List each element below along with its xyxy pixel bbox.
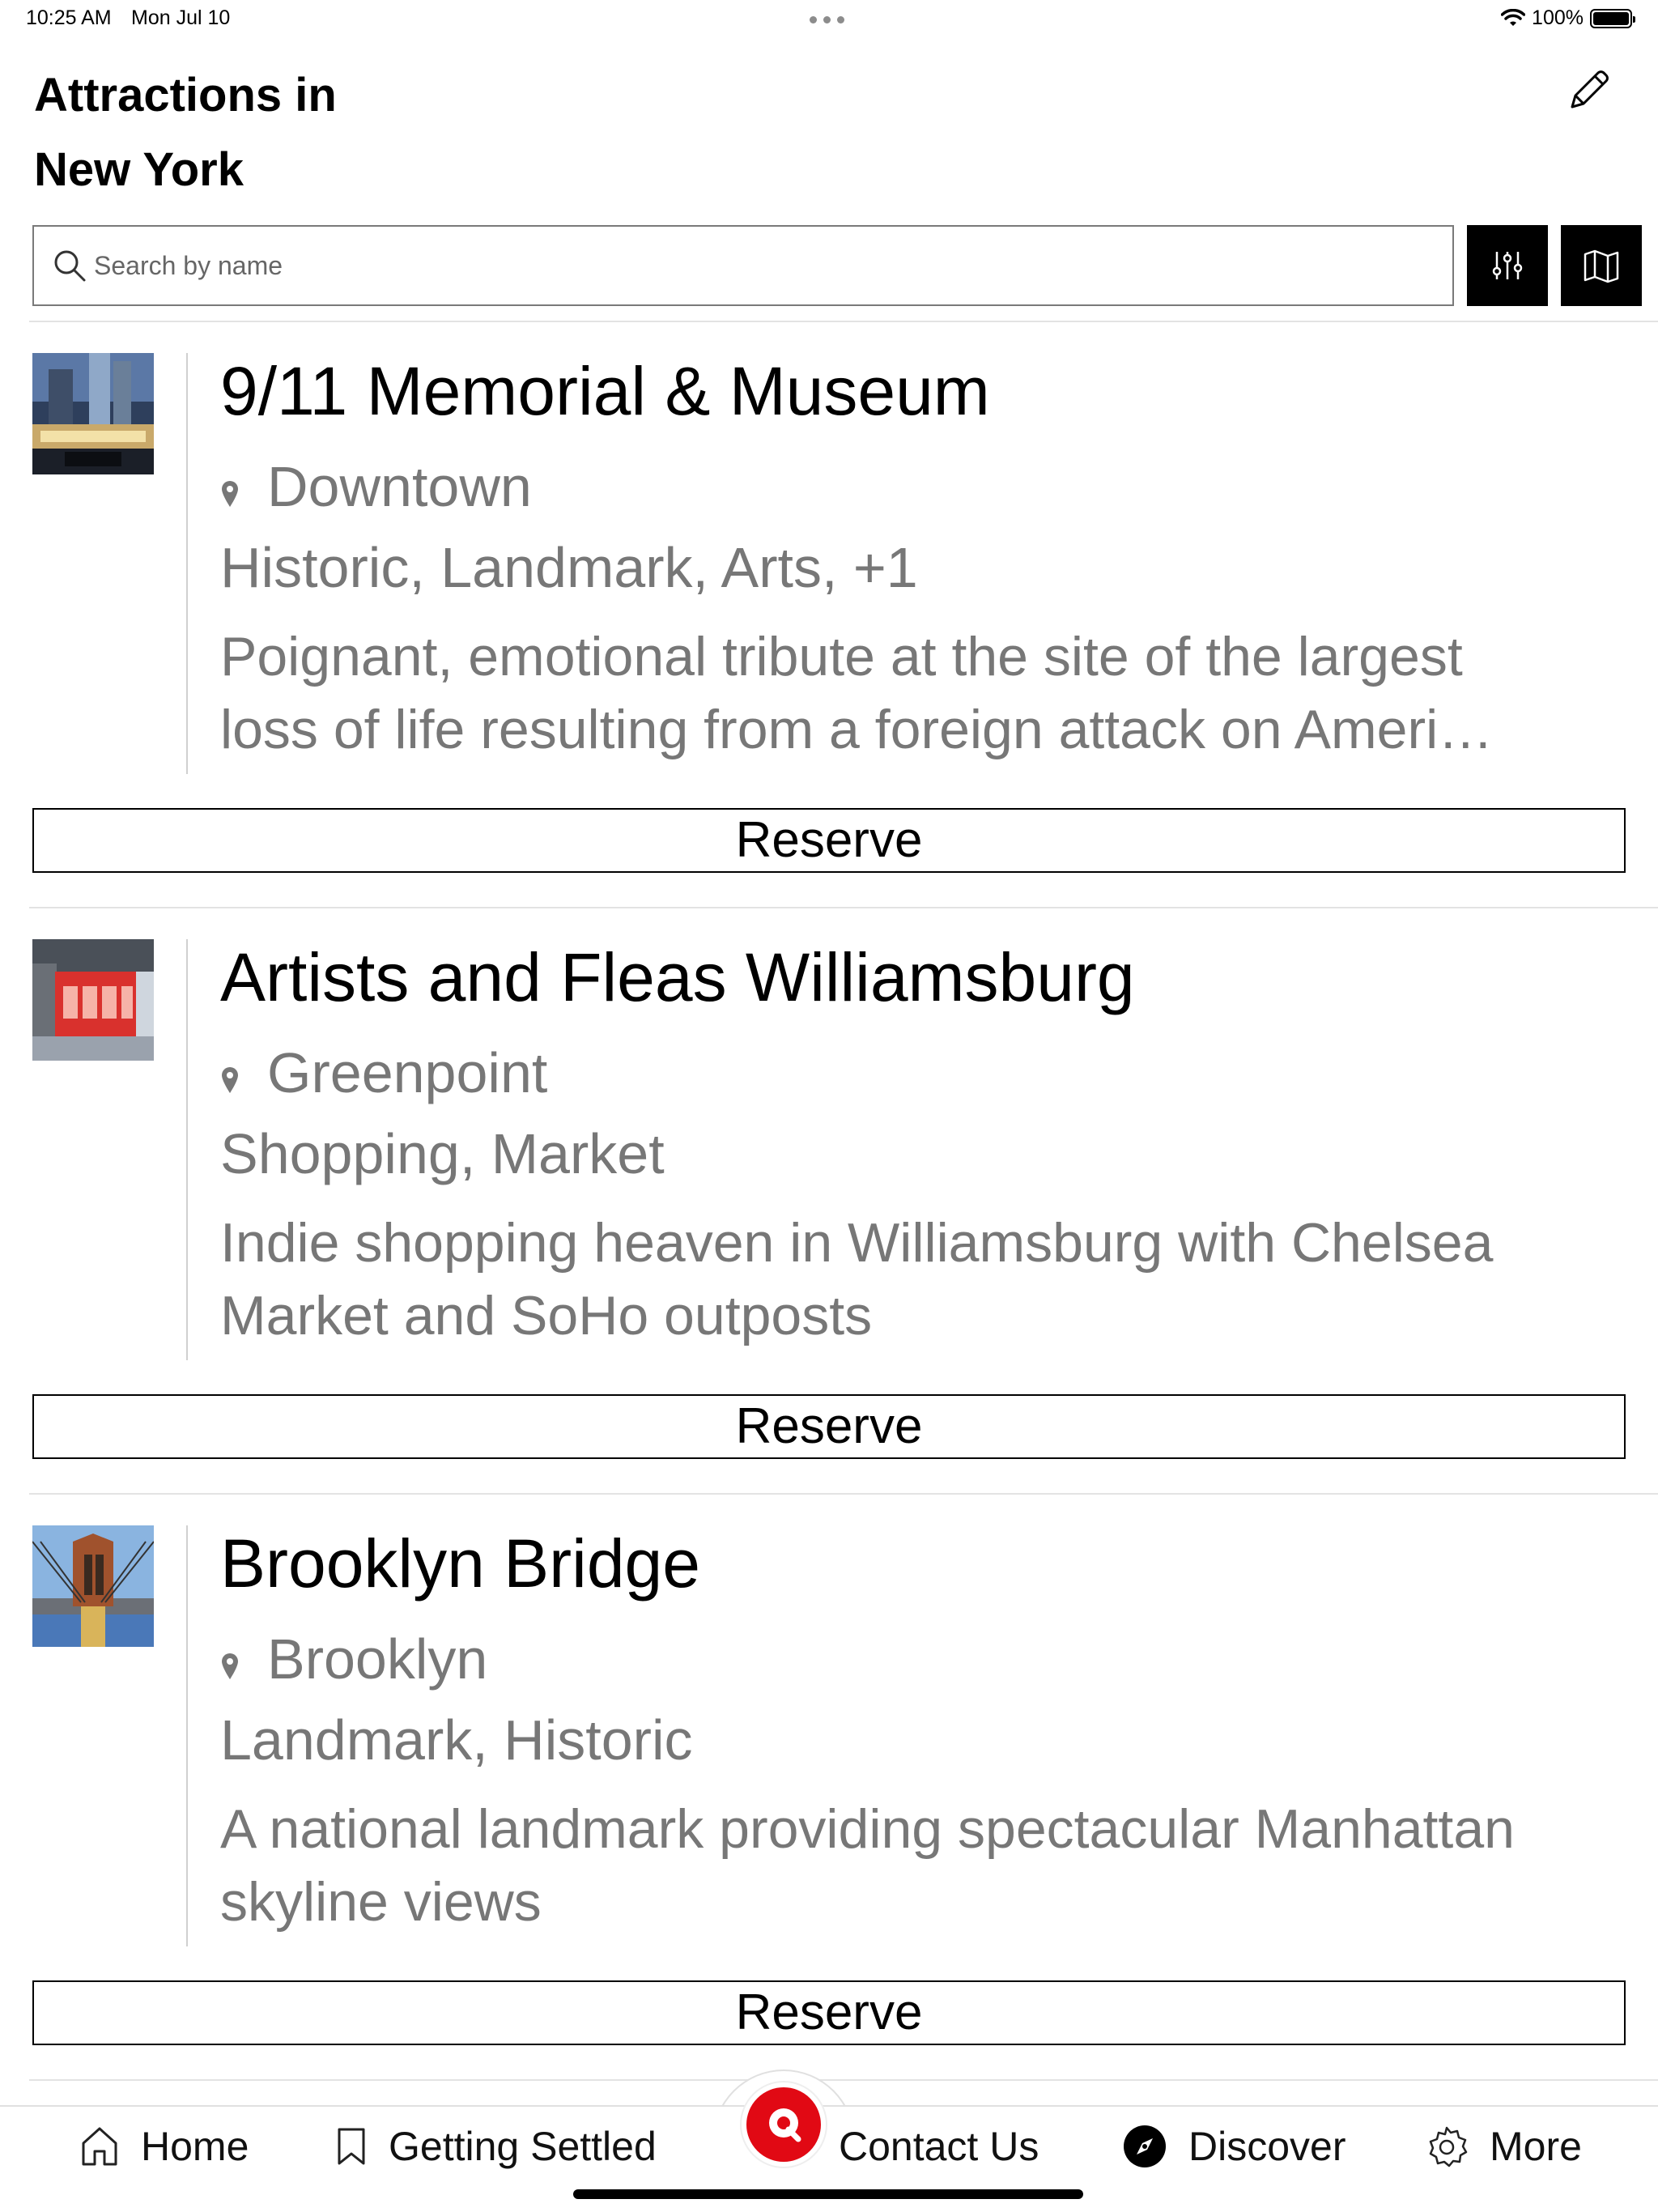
attraction-card: Brooklyn Bridge Brooklyn Landmark, Histo…	[0, 1525, 1658, 2112]
bookmark-icon	[338, 2128, 365, 2165]
attraction-name[interactable]: Brooklyn Bridge	[220, 1519, 700, 1608]
description-line-2: loss of life resulting from a foreign at…	[220, 699, 1494, 760]
tab-getting-settled-label: Getting Settled	[389, 2124, 657, 2169]
divider	[29, 2079, 1658, 2081]
divider	[29, 907, 1658, 908]
tab-home[interactable]: Home	[79, 2123, 249, 2170]
status-bar: 10:25 AM Mon Jul 10 100%	[0, 0, 1658, 39]
search-box[interactable]	[32, 225, 1454, 306]
attraction-tags: Historic, Landmark, Arts, +1	[220, 536, 918, 599]
attraction-location: Downtown	[220, 450, 532, 523]
description-line-1: Poignant, emotional tribute at the site …	[220, 626, 1463, 687]
tab-more-label: More	[1490, 2124, 1582, 2169]
tab-more[interactable]: More	[1425, 2123, 1582, 2170]
tab-contact-us[interactable]: Contact Us	[839, 2123, 1039, 2170]
reserve-button[interactable]: Reserve	[32, 1980, 1626, 2045]
search-icon	[54, 250, 86, 282]
sliders-icon	[1492, 252, 1523, 279]
card-separator	[186, 1525, 188, 1946]
tab-discover-label: Discover	[1188, 2124, 1346, 2169]
page-title-line1: Attractions in	[34, 69, 337, 121]
location-label: Downtown	[267, 455, 532, 518]
divider	[29, 321, 1658, 322]
description-line-1: A national landmark providing spectacula…	[220, 1798, 1515, 1860]
chat-icon	[769, 2108, 801, 2142]
pencil-icon	[1571, 70, 1609, 108]
map-icon	[1584, 249, 1619, 283]
status-time: 10:25 AM	[26, 6, 112, 29]
location-label: Greenpoint	[267, 1041, 548, 1104]
tab-contact-us-label: Contact Us	[839, 2124, 1039, 2169]
card-separator	[186, 353, 188, 774]
home-indicator[interactable]	[573, 2189, 1083, 2199]
location-pin-icon	[222, 1653, 238, 1679]
attraction-name[interactable]: 9/11 Memorial & Museum	[220, 347, 990, 436]
location-pin-icon	[222, 481, 238, 507]
divider	[29, 1493, 1658, 1495]
location-pin-icon	[222, 1067, 238, 1093]
edit-button[interactable]	[1562, 63, 1616, 117]
gear-icon	[1429, 2126, 1468, 2167]
attraction-description: Indie shopping heaven in Williamsburg wi…	[220, 1206, 1613, 1352]
contact-us-fab[interactable]	[742, 2082, 826, 2167]
multitasking-dots-icon[interactable]	[810, 8, 844, 23]
attraction-tags: Shopping, Market	[220, 1122, 665, 1185]
attraction-tags: Landmark, Historic	[220, 1708, 693, 1772]
reserve-button[interactable]: Reserve	[32, 808, 1626, 873]
tab-home-label: Home	[141, 2124, 249, 2169]
page-title-line2: New York	[34, 143, 244, 196]
home-icon	[82, 2127, 117, 2166]
tab-discover[interactable]: Discover	[1122, 2123, 1346, 2170]
description-line-2: skyline views	[220, 1871, 542, 1933]
description-line-1: Indie shopping heaven in Williamsburg wi…	[220, 1212, 1494, 1274]
map-button[interactable]	[1561, 225, 1642, 306]
app-screen: 10:25 AM Mon Jul 10 100% Attractions in …	[0, 0, 1658, 2212]
attraction-description: Poignant, emotional tribute at the site …	[220, 620, 1613, 766]
attraction-location: Greenpoint	[220, 1036, 547, 1109]
attraction-card: 9/11 Memorial & Museum Downtown Historic…	[0, 353, 1658, 939]
wifi-icon	[1501, 8, 1526, 26]
attraction-thumbnail-brooklyn-bridge[interactable]	[32, 1525, 154, 1647]
attraction-card: Artists and Fleas Williamsburg Greenpoin…	[0, 939, 1658, 1525]
filter-button[interactable]	[1467, 225, 1548, 306]
battery-percent: 100%	[1532, 6, 1584, 29]
compass-icon	[1124, 2125, 1166, 2167]
search-input[interactable]	[94, 250, 1389, 281]
reserve-button[interactable]: Reserve	[32, 1394, 1626, 1459]
attraction-description: A national landmark providing spectacula…	[220, 1793, 1613, 1938]
attraction-thumbnail-911-memorial[interactable]	[32, 353, 154, 474]
attraction-thumbnail-artists-and-fleas[interactable]	[32, 939, 154, 1061]
status-date: Mon Jul 10	[131, 6, 231, 29]
battery-icon	[1590, 8, 1635, 28]
attraction-location: Brooklyn	[220, 1623, 487, 1695]
status-right: 100%	[1501, 6, 1635, 30]
attraction-name[interactable]: Artists and Fleas Williamsburg	[220, 933, 1135, 1022]
card-separator	[186, 939, 188, 1360]
page-title: Attractions in New York	[34, 58, 601, 207]
description-line-2: Market and SoHo outposts	[220, 1285, 873, 1346]
tab-getting-settled[interactable]: Getting Settled	[335, 2123, 657, 2170]
location-label: Brooklyn	[267, 1627, 488, 1691]
